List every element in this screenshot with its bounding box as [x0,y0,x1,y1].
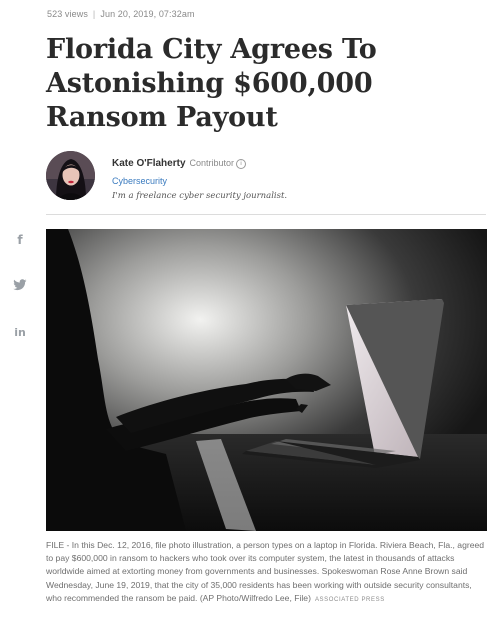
author-details: Kate O'Flaherty Contributor i Cybersecurit… [112,153,287,201]
author-avatar[interactable] [46,151,95,200]
view-count: 523 views [47,9,88,19]
photo-credit-source: ASSOCIATED PRESS [314,596,385,603]
facebook-icon[interactable]: f [12,232,28,248]
publish-date: Jun 20, 2019, 07:32am [100,9,195,19]
avatar-image [46,151,95,200]
photo-caption: FILE - In this Dec. 12, 2016, file photo… [46,539,487,607]
linkedin-icon[interactable]: in [12,325,28,341]
info-icon[interactable]: i [236,159,247,169]
twitter-icon[interactable] [12,277,28,293]
author-role: Contributor [189,158,235,168]
caption-text: FILE - In this Dec. 12, 2016, file photo… [46,540,485,603]
article-meta: 523 views | Jun 20, 2019, 07:32am [47,9,195,19]
author-bio: I'm a freelance cyber security journalis… [112,191,288,201]
author-block: Kate O'Flaherty Contributor i Cybersecurit… [46,148,486,208]
author-divider [46,214,486,215]
author-channel-link[interactable]: Cybersecurity [112,176,287,186]
twitter-bird-icon [13,279,27,291]
article-photo[interactable] [46,229,487,531]
meta-separator: | [92,9,96,19]
article-headline: Florida City Agrees To Astonishing $600,… [46,34,377,133]
laptop-photo-image [46,229,487,531]
author-name[interactable]: Kate O'Flaherty [112,158,186,169]
